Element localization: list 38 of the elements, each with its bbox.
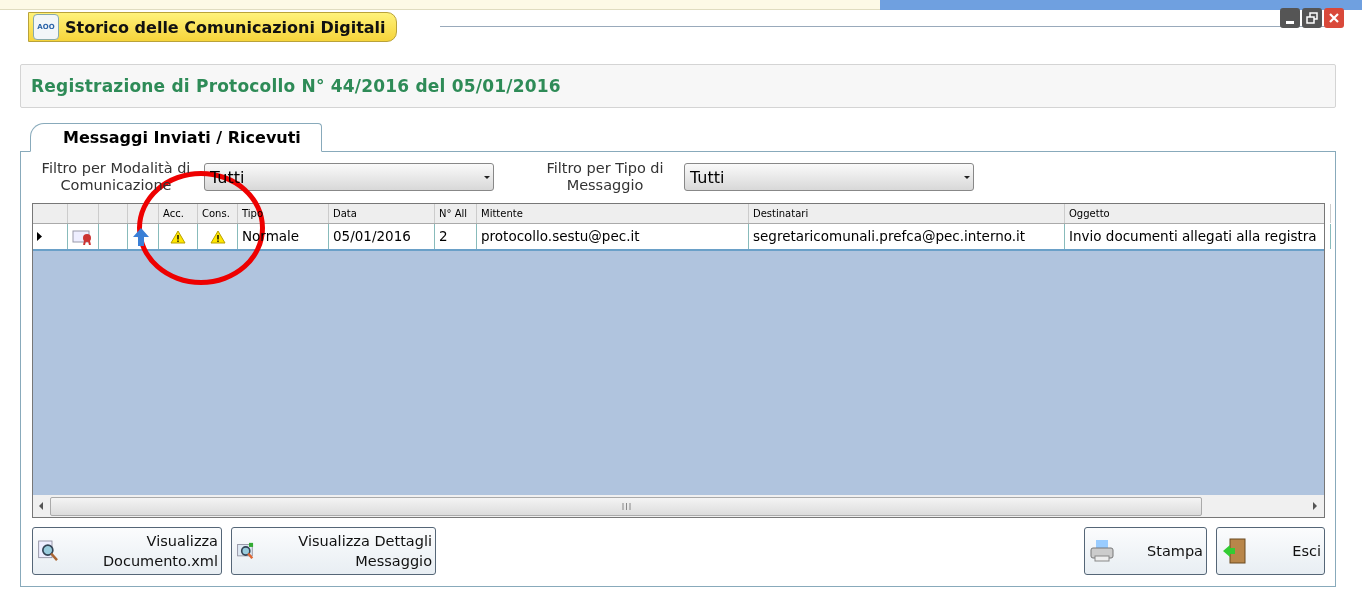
action-button[interactable]: Visualizza Dettagli Messaggio (231, 527, 436, 575)
column-header[interactable]: N° All (435, 204, 477, 223)
horizontal-scrollbar[interactable] (33, 495, 1324, 517)
filter-label: Filtro per Tipo di Messaggio (545, 160, 665, 194)
column-header[interactable]: Data (329, 204, 435, 223)
close-icon (1328, 12, 1340, 24)
filter-dropdown[interactable]: Tutti (684, 163, 974, 191)
column-header[interactable]: Mittente (477, 204, 749, 223)
table-cell: protocollo.sestu@pec.it (477, 224, 749, 249)
scroll-left-icon[interactable] (39, 502, 44, 510)
scroll-right-icon[interactable] (1313, 502, 1318, 510)
action-button[interactable]: Esci (1216, 527, 1325, 575)
minimize-button[interactable] (1280, 8, 1300, 28)
column-header[interactable]: Oggetto (1065, 204, 1331, 223)
restore-icon (1306, 12, 1318, 24)
certified-mail-icon (72, 228, 94, 245)
table-cell: Invio documenti allegati alla registra (1065, 224, 1331, 249)
tab[interactable]: Messaggi Inviati / Ricevuti (30, 123, 322, 152)
column-header[interactable]: Cons. (198, 204, 238, 223)
window-title: Storico delle Comunicazioni Digitali (65, 17, 386, 37)
action-button[interactable]: Stampa (1084, 527, 1207, 575)
table-cell: 05/01/2016 (329, 224, 435, 249)
warning-icon (209, 229, 226, 244)
action-button[interactable]: Visualizza Documento.xml (32, 527, 222, 575)
printer-icon (1089, 538, 1115, 564)
header-title: Registrazione di Protocollo N° 44/2016 del 05/01/2016 (31, 76, 561, 96)
minimize-icon (1286, 20, 1294, 24)
column-header[interactable]: Destinatari (749, 204, 1065, 223)
up-arrow-icon (132, 226, 150, 247)
close-button[interactable] (1324, 8, 1344, 28)
warning-icon (170, 229, 186, 244)
grip-icon (621, 502, 631, 510)
current-row-icon (37, 232, 43, 241)
column-header[interactable]: Acc. (159, 204, 198, 223)
table-cell: segretaricomunali.prefca@pec.interno.it (749, 224, 1065, 249)
table-cell: 2 (435, 224, 477, 249)
restore-button[interactable] (1302, 8, 1322, 28)
door-exit-icon (1221, 537, 1247, 565)
